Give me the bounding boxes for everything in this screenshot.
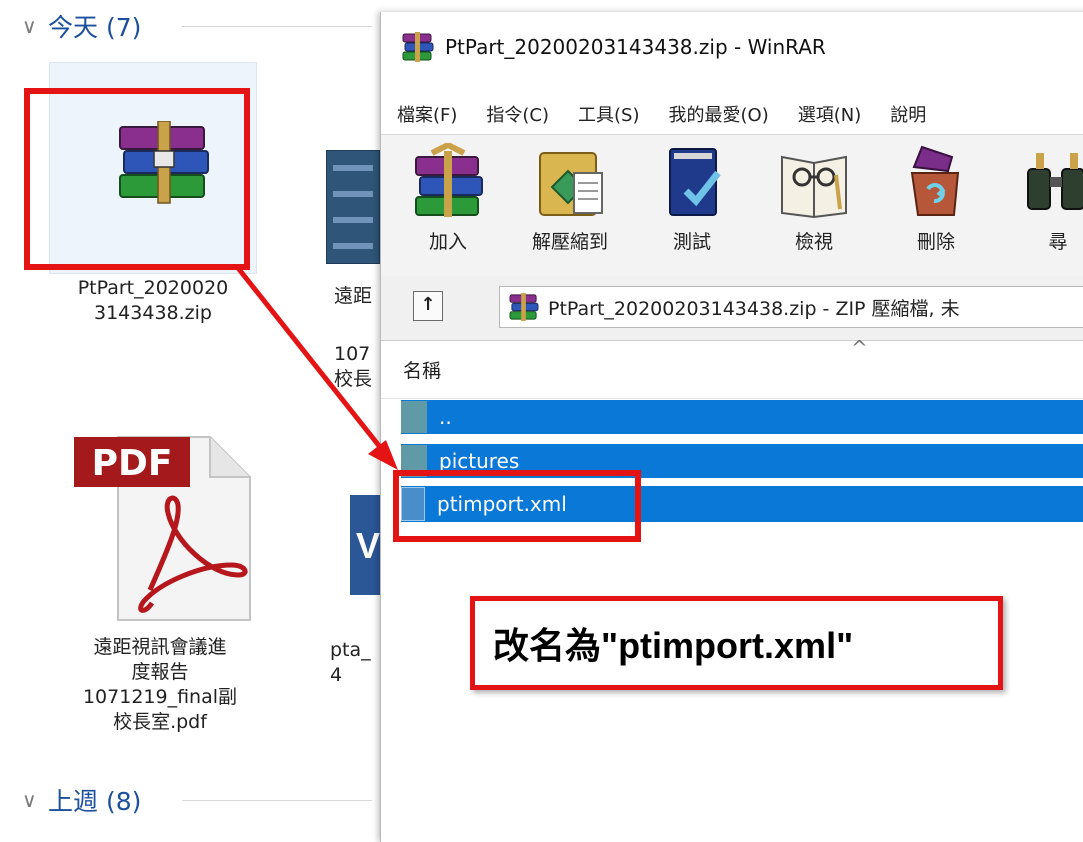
find-button[interactable]: 尋 (1003, 143, 1083, 254)
pdf-file-icon: PDF (74, 436, 251, 621)
test-book-icon (669, 148, 721, 216)
toolbar: 加入 解壓縮到 測試 檢視 刪除 尋 (381, 134, 1083, 278)
menu-options[interactable]: 選項(N) (782, 101, 875, 127)
pdf-badge-text: PDF (92, 443, 173, 484)
add-button-label: 加入 (428, 231, 467, 253)
winrar-app-icon (402, 32, 434, 62)
test-button-label: 測試 (672, 231, 711, 253)
thumbnail-line (333, 191, 373, 197)
find-binoculars-icon (1027, 153, 1083, 210)
delete-button[interactable]: 刪除 (881, 143, 991, 254)
partial-file-name: 107 校長 (334, 343, 373, 390)
find-button-label: 尋 (1048, 231, 1068, 253)
group-divider (182, 26, 372, 27)
address-bar: ↑ PtPart_20200203143438.zip - ZIP 壓縮檔, 未 (381, 276, 1083, 341)
word-file-icon[interactable]: V (350, 495, 380, 595)
zip-archive-icon (509, 293, 539, 321)
extract-folder-icon (539, 152, 603, 216)
group-last-week-label: 上週 (8) (48, 787, 142, 816)
delete-button-label: 刪除 (916, 231, 955, 253)
path-field[interactable]: PtPart_20200203143438.zip - ZIP 壓縮檔, 未 (499, 286, 1083, 328)
path-text: PtPart_20200203143438.zip - ZIP 壓縮檔, 未 (548, 297, 960, 320)
thumbnail-line (333, 217, 373, 223)
file-name: .. (439, 405, 452, 429)
add-archive-icon (415, 143, 483, 217)
folder-up-icon (401, 401, 427, 433)
thumbnail-line (333, 243, 373, 249)
menu-bar: 檔案(F) 指令(C) 工具(S) 我的最愛(O) 選項(N) 說明 (381, 94, 939, 134)
menu-favorites[interactable]: 我的最愛(O) (653, 101, 782, 127)
delete-recycle-icon (910, 145, 960, 216)
column-name-header[interactable]: 名稱 (403, 356, 441, 383)
rename-instruction-note: 改名為"ptimport.xml" (470, 596, 1003, 690)
menu-commands[interactable]: 指令(C) (470, 101, 562, 127)
up-folder-button[interactable]: ↑ (413, 291, 443, 321)
test-button[interactable]: 測試 (637, 143, 747, 254)
menu-file[interactable]: 檔案(F) (381, 101, 470, 127)
view-glasses-icon (781, 155, 847, 219)
add-button[interactable]: 加入 (393, 143, 503, 254)
extract-to-button[interactable]: 解壓縮到 (515, 143, 625, 254)
view-button[interactable]: 檢視 (759, 143, 869, 254)
pdf-file-tile[interactable]: PDF 遠距視訊會議進 度報告 1071219_final副 校長室.pdf (40, 425, 280, 735)
view-button-label: 檢視 (794, 231, 833, 253)
group-header-last-week[interactable]: ∨ 上週 (8) (22, 782, 372, 818)
chevron-down-icon: ∨ (22, 14, 37, 38)
rename-note-text: 改名為"ptimport.xml" (493, 625, 854, 666)
thumbnail-line (333, 165, 373, 171)
sort-ascending-icon: ^ (851, 336, 868, 360)
partial-file-name: pta_ 4 (330, 639, 371, 686)
partial-file-name: 遠距 (334, 285, 373, 307)
up-arrow-icon: ↑ (420, 294, 436, 315)
file-row-parent[interactable]: .. (401, 400, 1083, 434)
group-divider (182, 800, 372, 801)
highlight-zip-box (24, 88, 250, 270)
file-list-header: ^ 名稱 (381, 336, 1083, 399)
document-thumbnail[interactable] (326, 150, 380, 264)
menu-help[interactable]: 說明 (874, 101, 939, 127)
window-title: PtPart_20200203143438.zip - WinRAR (445, 35, 826, 59)
highlight-xml-box (393, 470, 641, 542)
extract-to-button-label: 解壓縮到 (531, 231, 608, 253)
zip-file-name: PtPart_2020020 3143438.zip (77, 277, 229, 324)
group-header-today[interactable]: ∨ 今天 (7) (22, 8, 372, 44)
pdf-file-name: 遠距視訊會議進 度報告 1071219_final副 校長室.pdf (82, 636, 238, 733)
winrar-window[interactable]: PtPart_20200203143438.zip - WinRAR 檔案(F)… (380, 12, 1083, 842)
word-letter: V (356, 525, 381, 566)
chevron-down-icon: ∨ (22, 788, 37, 812)
group-today-label: 今天 (7) (48, 13, 142, 42)
menu-tools[interactable]: 工具(S) (562, 101, 652, 127)
title-bar[interactable]: PtPart_20200203143438.zip - WinRAR (381, 12, 1083, 82)
